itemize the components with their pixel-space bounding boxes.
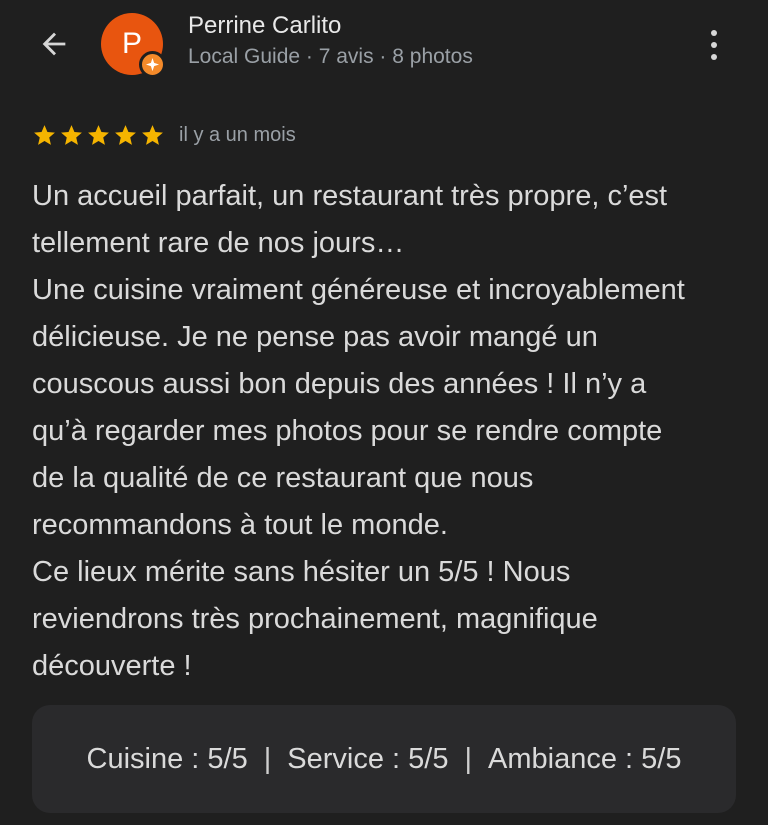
subrating-separator: |: [263, 742, 272, 775]
review-text-line: couscous aussi bon depuis des années ! I…: [32, 368, 647, 400]
review-text-line: Un accueil parfait, un restaurant très p…: [32, 180, 668, 212]
star-icon: [88, 124, 109, 145]
review-text-line: Ce lieux mérite sans hésiter un 5/5 ! No…: [32, 556, 571, 588]
review-text-line: tellement rare de nos jours…: [32, 227, 405, 259]
review-text-line: recommandons à tout le monde.: [32, 509, 448, 541]
back-button[interactable]: [30, 24, 78, 64]
more-options-button[interactable]: [696, 24, 732, 66]
reviewer-name[interactable]: Perrine Carlito: [188, 12, 341, 40]
subrating-item: Service : 5/5: [287, 742, 449, 775]
review-text-line: reviendrons très prochainement, magnifiq…: [32, 603, 598, 635]
review-text-line: de la qualité de ce restaurant que nous: [32, 462, 534, 494]
star-icon: [34, 124, 55, 145]
rating-row: il y a un mois: [32, 121, 296, 149]
subrating-item: Cuisine : 5/5: [86, 742, 248, 775]
star-rating: [32, 123, 165, 148]
star-icon: [115, 124, 136, 145]
review-text: Un accueil parfait, un restaurant très p…: [32, 173, 742, 690]
more-vert-icon: [711, 42, 717, 48]
subrating-separator: |: [464, 742, 473, 775]
star-icon: [61, 124, 82, 145]
review-text-line: découverte !: [32, 650, 192, 682]
review-text-line: qu’à regarder mes photos pour se rendre …: [32, 415, 663, 447]
review-text-line: délicieuse. Je ne pense pas avoir mangé …: [32, 321, 598, 353]
avatar-letter: P: [121, 27, 142, 60]
review-header: P Perrine Carlito Local Guide · 7 avis ·…: [0, 0, 768, 100]
arrow-left-icon: [42, 32, 66, 56]
review-date: il y a un mois: [179, 123, 296, 146]
more-vert-icon: [711, 30, 717, 36]
reviewer-meta: Local Guide · 7 avis · 8 photos: [188, 45, 473, 68]
local-guide-star-icon: [139, 51, 166, 78]
more-vert-icon: [711, 54, 717, 60]
subratings-panel: Cuisine : 5/5 | Service : 5/5 | Ambiance : 5…: [32, 705, 736, 813]
star-icon: [142, 124, 163, 145]
subrating-item: Ambiance : 5/5: [488, 742, 682, 775]
review-text-line: Une cuisine vraiment généreuse et incroy…: [32, 274, 685, 306]
